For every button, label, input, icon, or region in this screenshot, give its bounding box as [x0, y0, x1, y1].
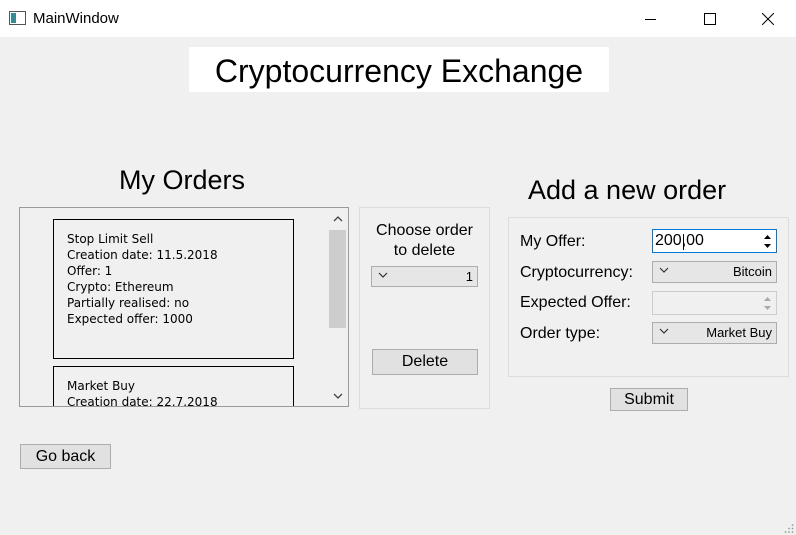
window-title: MainWindow — [33, 10, 119, 27]
spin-down-button[interactable] — [761, 241, 774, 250]
choose-order-label-line2: to delete — [393, 242, 456, 259]
order-to-delete-value: 1 — [465, 269, 473, 284]
spin-up-button[interactable] — [761, 232, 774, 241]
order-partially-realised: Partially realised: no — [67, 296, 190, 310]
order-card[interactable]: Market Buy Creation date: 22.7.2018 — [53, 366, 294, 407]
order-card[interactable]: Stop Limit Sell Creation date: 11.5.2018… — [53, 219, 294, 359]
spin-down-icon — [764, 305, 771, 310]
expected-offer-label: Expected Offer: — [520, 294, 631, 311]
delete-order-panel: Choose order to delete 1 Delete — [359, 207, 490, 409]
my-offer-input[interactable]: 200,00 — [652, 229, 777, 253]
order-creation-date: Creation date: 11.5.2018 — [67, 248, 218, 262]
spin-up-icon — [764, 296, 771, 301]
scroll-down-button[interactable] — [327, 385, 348, 406]
expected-offer-stepper[interactable] — [761, 294, 774, 312]
close-icon — [762, 12, 774, 25]
minimize-button[interactable] — [622, 0, 680, 37]
my-offer-value: 200,00 — [655, 232, 704, 249]
cryptocurrency-label: Cryptocurrency: — [520, 264, 633, 281]
expected-offer-input[interactable] — [652, 291, 777, 315]
my-offer-label: My Offer: — [520, 233, 586, 250]
orders-list[interactable]: Stop Limit Sell Creation date: 11.5.2018… — [19, 207, 349, 407]
order-crypto: Crypto: Ethereum — [67, 280, 174, 294]
my-offer-stepper[interactable] — [761, 232, 774, 250]
choose-order-label-line1: Choose order — [376, 222, 473, 239]
orders-scrollbar[interactable] — [327, 208, 348, 406]
order-to-delete-select[interactable]: 1 — [371, 266, 478, 287]
scroll-up-button[interactable] — [327, 208, 348, 229]
my-orders-heading: My Orders — [119, 165, 246, 195]
chevron-down-icon — [378, 272, 388, 278]
choose-order-label: Choose order to delete — [360, 221, 489, 261]
go-back-button[interactable]: Go back — [20, 444, 111, 469]
maximize-button[interactable] — [681, 0, 739, 37]
minimize-icon — [645, 18, 656, 20]
delete-button[interactable]: Delete — [372, 349, 478, 375]
order-type-value: Market Buy — [706, 325, 772, 340]
spin-up-icon — [764, 234, 771, 239]
spin-down-button[interactable] — [761, 303, 774, 312]
order-expected-offer: Expected offer: 1000 — [67, 312, 193, 326]
order-type-select[interactable]: Market Buy — [652, 322, 777, 344]
order-type-label: Order type: — [520, 325, 601, 342]
new-order-form: My Offer: 200,00 Cryptocurrency: Bitcoin… — [508, 217, 789, 377]
order-type: Market Buy — [67, 379, 136, 393]
order-offer: Offer: 1 — [67, 264, 113, 278]
chevron-down-icon — [333, 393, 342, 399]
cryptocurrency-value: Bitcoin — [732, 264, 772, 279]
order-creation-date: Creation date: 22.7.2018 — [67, 395, 218, 407]
add-order-heading: Add a new order — [528, 175, 727, 205]
header-banner: Cryptocurrency Exchange — [189, 47, 609, 92]
cryptocurrency-select[interactable]: Bitcoin — [652, 261, 777, 283]
resize-grip-icon[interactable] — [784, 523, 794, 533]
close-button[interactable] — [739, 0, 796, 37]
app-window-icon — [9, 11, 26, 25]
chevron-down-icon — [659, 328, 669, 334]
submit-button[interactable]: Submit — [610, 388, 688, 411]
chevron-down-icon — [659, 267, 669, 273]
chevron-up-icon — [333, 215, 342, 221]
scrollbar-thumb[interactable] — [329, 230, 346, 328]
maximize-icon — [704, 12, 716, 25]
spin-down-icon — [764, 243, 771, 248]
order-type: Stop Limit Sell — [67, 232, 154, 246]
text-caret — [683, 234, 684, 250]
title-bar: MainWindow — [0, 0, 796, 37]
page-title: Cryptocurrency Exchange — [214, 53, 584, 89]
spin-up-button[interactable] — [761, 294, 774, 303]
